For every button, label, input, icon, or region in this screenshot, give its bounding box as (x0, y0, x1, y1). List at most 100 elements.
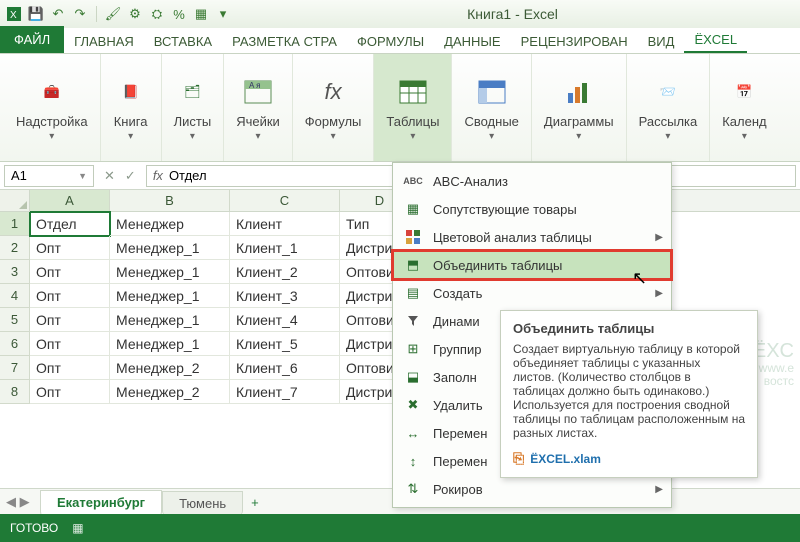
cell[interactable]: Опт (30, 308, 110, 332)
save-icon[interactable]: 💾 (28, 6, 44, 22)
book-icon: 📕 (113, 74, 149, 110)
tab-formulas[interactable]: ФОРМУЛЫ (347, 30, 434, 53)
swap-icon: ⇅ (403, 479, 423, 499)
menu-item-merge-tables[interactable]: ⬒Объединить таблицы (393, 251, 671, 279)
tab-layout[interactable]: РАЗМЕТКА СТРА (222, 30, 347, 53)
grid-icon[interactable]: ▦ (193, 6, 209, 22)
ribbon-group-formulas[interactable]: fx Формулы ▾ (293, 54, 375, 161)
ribbon: 🧰 Надстройка ▾ 📕 Книга ▾ 🗂 Листы ▾ A я Я… (0, 54, 800, 162)
row-header[interactable]: 5 (0, 308, 30, 332)
sheet-tab[interactable]: Тюмень (162, 491, 243, 515)
cell[interactable]: Опт (30, 260, 110, 284)
menu-item-color-analysis[interactable]: Цветовой анализ таблицы ▶ (393, 223, 671, 251)
cell[interactable]: Отдел (30, 212, 110, 236)
tab-data[interactable]: ДАННЫЕ (434, 30, 510, 53)
col-header[interactable]: A (30, 190, 110, 211)
ribbon-group-tables[interactable]: Таблицы ▾ (374, 54, 452, 161)
chevron-down-icon: ▾ (331, 131, 336, 142)
tooltip-addin-link[interactable]: ⎘ ËXCEL.xlam (513, 450, 745, 467)
toolbox-icon: 🧰 (34, 74, 70, 110)
col-header[interactable]: B (110, 190, 230, 211)
cell[interactable]: Клиент_1 (230, 236, 340, 260)
settings-icon[interactable]: ⛭ (149, 6, 165, 22)
cell[interactable]: Опт (30, 380, 110, 404)
qat-more-icon[interactable]: ▾ (215, 6, 231, 22)
ribbon-group-mail[interactable]: 📨 Рассылка ▾ (627, 54, 711, 161)
svg-text:X: X (10, 10, 17, 21)
fx-label: fx (153, 168, 163, 183)
addins-icon[interactable]: ⚙ (127, 6, 143, 22)
cell[interactable]: Опт (30, 284, 110, 308)
cell[interactable]: Менеджер_2 (110, 356, 230, 380)
undo-icon[interactable]: ↶ (50, 6, 66, 22)
cell[interactable]: Клиент_6 (230, 356, 340, 380)
ribbon-group-sheets[interactable]: 🗂 Листы ▾ (162, 54, 225, 161)
cell[interactable]: Менеджер_2 (110, 380, 230, 404)
menu-item-label: Цветовой анализ таблицы (433, 230, 592, 245)
menu-item-label: Объединить таблицы (433, 258, 562, 273)
cell[interactable]: Менеджер_1 (110, 260, 230, 284)
percent-icon[interactable]: % (171, 6, 187, 22)
formula-value: Отдел (169, 168, 207, 183)
cell[interactable]: Клиент_2 (230, 260, 340, 284)
chevron-down-icon[interactable]: ▼ (78, 171, 87, 181)
abc-icon: ABC (403, 171, 423, 191)
row-header[interactable]: 6 (0, 332, 30, 356)
sheet-tab[interactable]: Екатеринбург (40, 490, 162, 516)
menu-item-abc[interactable]: ABCABC-Анализ (393, 167, 671, 195)
col-header[interactable]: C (230, 190, 340, 211)
redo-icon[interactable]: ↷ (72, 6, 88, 22)
select-all-corner[interactable] (0, 190, 30, 212)
menu-item-swap[interactable]: ⇅Рокиров▶ (393, 475, 671, 503)
ribbon-group-book[interactable]: 📕 Книга ▾ (101, 54, 162, 161)
tab-file[interactable]: ФАЙЛ (0, 26, 64, 53)
cell[interactable]: Опт (30, 236, 110, 260)
cell[interactable]: Менеджер_1 (110, 236, 230, 260)
row-header[interactable]: 8 (0, 380, 30, 404)
cell[interactable]: Клиент_3 (230, 284, 340, 308)
row-header[interactable]: 3 (0, 260, 30, 284)
ribbon-group-cells[interactable]: A я Ячейки ▾ (224, 54, 293, 161)
cell[interactable]: Клиент_5 (230, 332, 340, 356)
submenu-arrow-icon: ▶ (655, 288, 663, 299)
tooltip-title: Объединить таблицы (513, 321, 745, 336)
group-icon: ⊞ (403, 339, 423, 359)
tab-home[interactable]: ГЛАВНАЯ (64, 30, 144, 53)
menu-item-create[interactable]: ▤Создать▶ (393, 279, 671, 307)
cell[interactable]: Менеджер_1 (110, 284, 230, 308)
name-box[interactable]: A1 ▼ (4, 165, 94, 187)
row-header[interactable]: 1 (0, 212, 30, 236)
cell[interactable]: Клиент_7 (230, 380, 340, 404)
ribbon-group-pivot[interactable]: Сводные ▾ (452, 54, 531, 161)
enter-icon[interactable]: ✓ (125, 168, 136, 184)
cell[interactable]: Клиент_4 (230, 308, 340, 332)
cell[interactable]: Менеджер_1 (110, 308, 230, 332)
tools-icon[interactable]: 🖌 (105, 6, 121, 22)
menu-item-related[interactable]: ▦Сопутствующие товары (393, 195, 671, 223)
ribbon-group-charts[interactable]: Диаграммы ▾ (532, 54, 627, 161)
tooltip-body: Создает виртуальную таблицу в которой об… (513, 342, 745, 440)
macro-record-icon[interactable]: ▦ (72, 521, 83, 535)
tab-insert[interactable]: ВСТАВКА (144, 30, 222, 53)
cell[interactable]: Опт (30, 356, 110, 380)
tab-review[interactable]: РЕЦЕНЗИРОВАН (511, 30, 638, 53)
row-header[interactable]: 7 (0, 356, 30, 380)
cancel-icon[interactable]: ✕ (104, 168, 115, 184)
ribbon-group-addin[interactable]: 🧰 Надстройка ▾ (4, 54, 101, 161)
add-sheet-button[interactable]: + (243, 491, 267, 514)
submenu-arrow-icon: ▶ (655, 232, 663, 243)
ribbon-group-calendar[interactable]: 📅 Календ ▾ (710, 54, 778, 161)
cell[interactable]: Клиент (230, 212, 340, 236)
tab-view[interactable]: ВИД (638, 30, 685, 53)
move-icon: ↕ (403, 451, 423, 471)
sheet-nav[interactable]: ◀ ▶ (6, 494, 30, 510)
row-header[interactable]: 4 (0, 284, 30, 308)
cell[interactable]: Менеджер (110, 212, 230, 236)
tab-excel-addin[interactable]: ËXCEL (684, 28, 747, 53)
cell[interactable]: Менеджер_1 (110, 332, 230, 356)
row-header[interactable]: 2 (0, 236, 30, 260)
menu-item-label: Создать (433, 286, 482, 301)
cell[interactable]: Опт (30, 332, 110, 356)
cells-icon: A я (240, 74, 276, 110)
excel-icon: X (6, 6, 22, 22)
